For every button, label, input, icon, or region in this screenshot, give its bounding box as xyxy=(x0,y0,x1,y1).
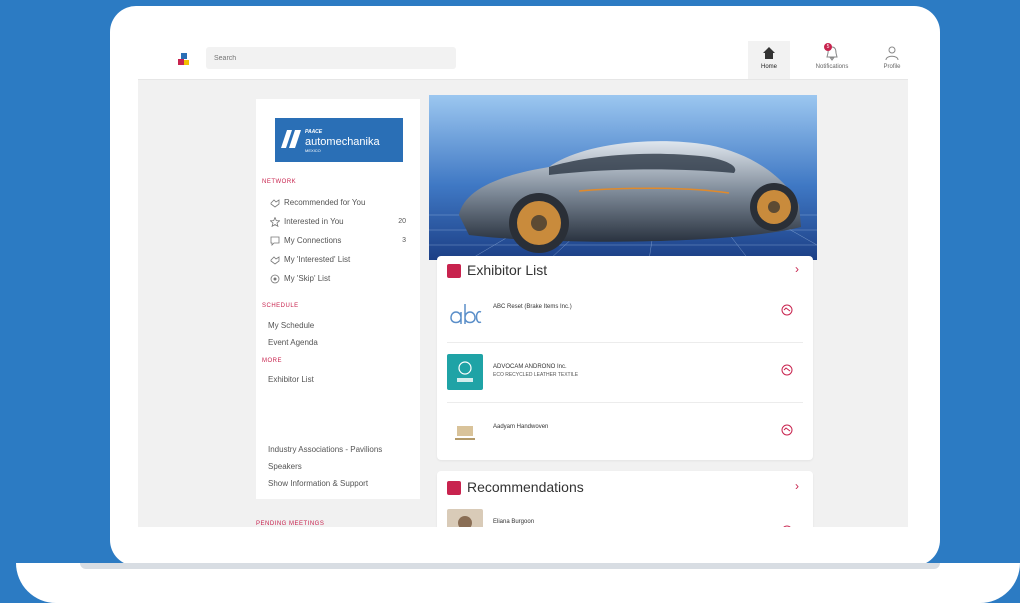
app-screen: Home 5 Notifications Profile PAACE autom… xyxy=(138,41,908,527)
sidebar-item-industry-associations[interactable]: Industry Associations - Pavilions xyxy=(268,445,382,454)
notification-badge: 5 xyxy=(824,43,832,51)
list-item[interactable]: Aadyam Handwoven xyxy=(447,414,803,464)
search-input[interactable] xyxy=(206,47,456,69)
more-heading: MORE xyxy=(262,358,282,364)
network-heading: NETWORK xyxy=(262,179,297,185)
sidebar: PAACE automechanika MEXICO NETWORK Recom… xyxy=(256,99,420,499)
exhibitor-name: ADVOCAM ANDRONO Inc. xyxy=(493,364,567,370)
chevron-right-icon[interactable]: › xyxy=(795,262,799,276)
sidebar-item-label: My 'Interested' List xyxy=(284,255,351,264)
brand-top: PAACE xyxy=(305,129,323,135)
avatar xyxy=(447,509,483,527)
sidebar-item-skip-list[interactable]: My 'Skip' List xyxy=(270,272,410,286)
exhibitor-list-card: Exhibitor List › ABC Reset (Brake Items … xyxy=(437,256,813,460)
sidebar-item-event-agenda[interactable]: Event Agenda xyxy=(268,338,318,347)
list-item[interactable]: ABC Reset (Brake Items Inc.) xyxy=(447,294,803,344)
recommendations-title[interactable]: Recommendations xyxy=(467,479,584,495)
brand-main: automechanika xyxy=(305,136,380,148)
exhibitor-subtitle: ECO RECYCLED LEATHER TEXTILE xyxy=(493,372,579,378)
nav-home-label: Home xyxy=(760,64,777,70)
brand-logo[interactable]: PAACE automechanika MEXICO xyxy=(275,118,403,162)
nav-notifications-label: Notifications xyxy=(815,64,849,70)
nav-notifications[interactable]: 5 Notifications xyxy=(806,41,858,79)
exhibitor-logo-abc xyxy=(447,294,483,330)
handshake-icon[interactable] xyxy=(781,304,793,316)
sidebar-item-label: Interested in You xyxy=(284,217,344,226)
chat-icon xyxy=(270,236,280,246)
sidebar-item-my-schedule[interactable]: My Schedule xyxy=(268,321,314,330)
handshake-icon[interactable] xyxy=(781,424,793,436)
sidebar-item-exhibitor-list[interactable]: Exhibitor List xyxy=(268,375,314,384)
handshake-icon xyxy=(270,256,280,265)
exhibitor-list-icon xyxy=(447,264,461,278)
sidebar-item-my-connections[interactable]: My Connections 3 xyxy=(270,234,410,248)
recommendations-card: Recommendations › Eliana Burgoon xyxy=(437,471,813,527)
recommendation-name: Eliana Burgoon xyxy=(493,519,535,525)
recommendations-icon xyxy=(447,481,461,495)
laptop-base xyxy=(16,563,1020,603)
user-icon xyxy=(885,46,899,61)
exhibitor-list-title[interactable]: Exhibitor List xyxy=(467,262,547,278)
exhibitor-logo-aadyam xyxy=(447,414,483,450)
exhibitor-name: Aadyam Handwoven xyxy=(493,424,549,430)
schedule-heading: SCHEDULE xyxy=(262,303,299,309)
home-icon xyxy=(763,47,775,59)
sidebar-item-label: Recommended for You xyxy=(284,198,366,207)
count-badge: 3 xyxy=(402,237,406,244)
exhibitor-logo-advocam xyxy=(447,354,483,390)
sidebar-item-speakers[interactable]: Speakers xyxy=(268,462,302,471)
count-badge: 20 xyxy=(398,218,406,225)
nav-profile-label: Profile xyxy=(883,64,901,70)
brand-sub: MEXICO xyxy=(305,148,321,153)
hero-banner-car-image xyxy=(429,95,817,260)
sidebar-item-show-information[interactable]: Show Information & Support xyxy=(268,479,368,488)
divider xyxy=(447,402,803,403)
list-item[interactable]: ADVOCAM ANDRONO Inc. ECO RECYCLED LEATHE… xyxy=(447,354,803,404)
brand-mark-icon xyxy=(281,130,301,148)
exhibitor-name: ABC Reset (Brake Items Inc.) xyxy=(493,304,572,310)
sidebar-item-label: My 'Skip' List xyxy=(284,274,331,283)
star-icon xyxy=(270,216,280,227)
sidebar-item-interested-list[interactable]: My 'Interested' List xyxy=(270,253,410,267)
top-bar: Home 5 Notifications Profile xyxy=(138,41,908,80)
sidebar-item-interested-in-you[interactable]: Interested in You 20 xyxy=(270,215,410,229)
pending-meetings-heading: PENDING MEETINGS xyxy=(256,521,325,527)
handshake-icon[interactable] xyxy=(781,364,793,376)
handshake-icon xyxy=(270,199,280,208)
nav-home[interactable]: Home xyxy=(748,41,790,79)
app-logo-icon[interactable] xyxy=(178,53,192,67)
chevron-right-icon[interactable]: › xyxy=(795,479,799,493)
nav-profile[interactable]: Profile xyxy=(874,41,908,79)
laptop-hinge xyxy=(80,563,940,569)
list-item[interactable]: Eliana Burgoon xyxy=(447,509,803,527)
sidebar-item-label: My Connections xyxy=(284,236,342,245)
handshake-icon[interactable] xyxy=(781,525,793,527)
sidebar-item-recommended[interactable]: Recommended for You xyxy=(270,196,410,210)
skip-icon xyxy=(270,274,280,284)
divider xyxy=(447,342,803,343)
